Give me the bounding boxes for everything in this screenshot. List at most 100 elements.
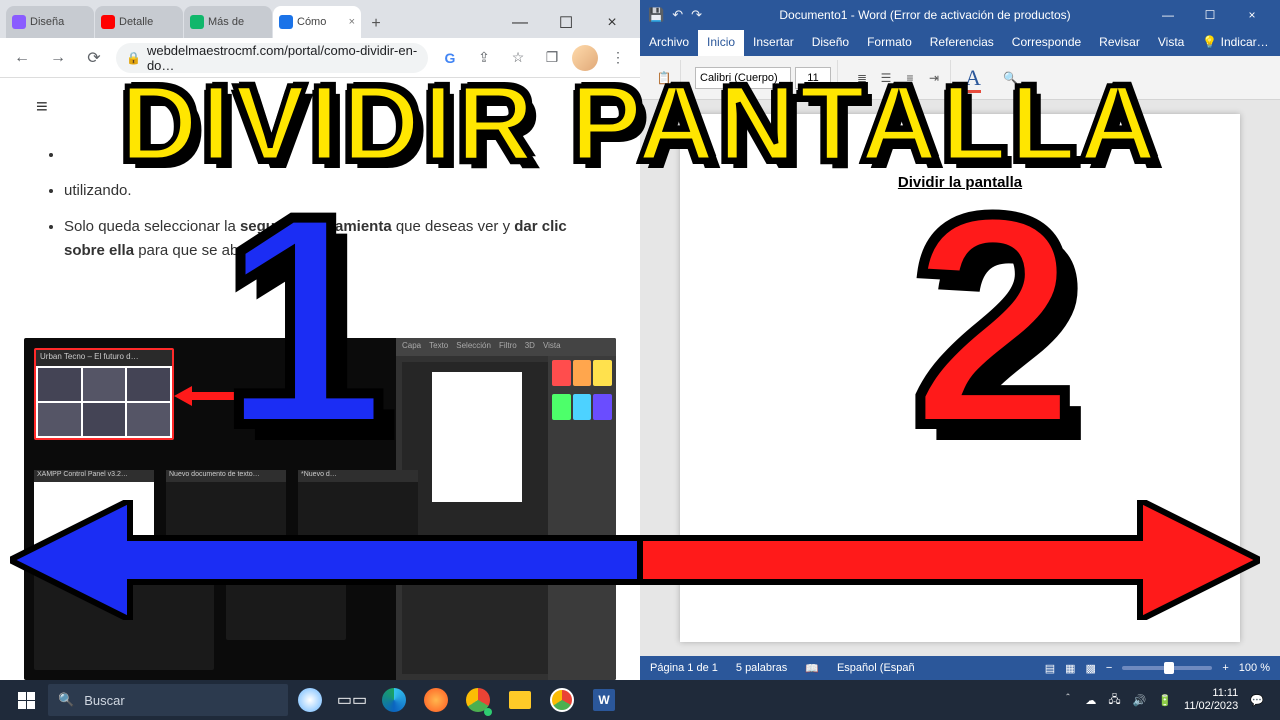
redo-icon[interactable]: ↷ — [691, 7, 702, 23]
bullets-icon[interactable]: ≣ — [852, 68, 872, 88]
google-icon[interactable]: G — [436, 44, 464, 72]
start-button[interactable] — [6, 680, 46, 720]
ps-menubar: CapaTextoSelecciónFiltro3DVista — [396, 338, 616, 356]
paragraph-group: ≣ ☰ ≡ ⇥ — [846, 60, 951, 96]
chrome-viewport[interactable]: ≡ placeholder placeholder placeholder pl… — [0, 78, 640, 680]
font-group — [689, 60, 838, 96]
notifications-icon[interactable]: 💬 — [1250, 694, 1264, 707]
word-statusbar: Página 1 de 1 5 palabras 📖 Español (Espa… — [640, 656, 1280, 680]
minimize-button[interactable]: — — [1148, 8, 1188, 22]
firefox-icon[interactable] — [416, 680, 456, 720]
zoom-slider[interactable] — [1122, 666, 1212, 670]
word-document-area[interactable]: Dividir la pantalla — [640, 100, 1280, 656]
font-name-combo[interactable] — [695, 67, 791, 89]
quick-access-toolbar: 💾 ↶ ↷ — [648, 7, 702, 23]
maximize-button[interactable]: ☐ — [544, 8, 588, 38]
cortana-icon[interactable] — [290, 680, 330, 720]
menu-icon[interactable]: ⋮ — [604, 44, 632, 72]
undo-icon[interactable]: ↶ — [672, 7, 683, 23]
maximize-button[interactable]: ☐ — [1190, 8, 1230, 22]
tray-chevron-icon[interactable]: ＾ — [1062, 692, 1073, 708]
tab-archivo[interactable]: Archivo — [640, 30, 698, 56]
tab-formato[interactable]: Formato — [858, 30, 921, 56]
tray-battery-icon[interactable]: 🔋 — [1158, 694, 1172, 707]
snap-thumb[interactable]: *Nuevo d… — [298, 470, 418, 548]
extensions-icon[interactable]: ❐ — [538, 44, 566, 72]
address-bar[interactable]: 🔒 webdelmaestrocmf.com/portal/como-divid… — [116, 43, 428, 73]
lock-icon: 🔒 — [126, 51, 141, 65]
zoom-label[interactable]: 100 % — [1239, 662, 1270, 674]
star-icon[interactable]: ☆ — [504, 44, 532, 72]
zoom-in-icon[interactable]: + — [1222, 662, 1228, 674]
tray-onedrive-icon[interactable]: ☁ — [1085, 694, 1096, 707]
paste-icon[interactable]: 📋 — [654, 68, 674, 88]
list-item: Solo queda seleccionar la segunda herram… — [64, 215, 604, 263]
align-icon[interactable]: ≡ — [900, 68, 920, 88]
close-icon[interactable]: × — [349, 16, 355, 28]
chrome-tab-2[interactable]: Detalle — [95, 6, 183, 38]
status-language[interactable]: Español (Españ — [837, 662, 915, 674]
save-icon[interactable]: 💾 — [648, 7, 664, 23]
new-tab-button[interactable]: + — [362, 10, 390, 38]
back-button[interactable]: ← — [8, 44, 36, 72]
system-tray: ＾ ☁ 🖧 🔊 🔋 11:11 11/02/2023 💬 — [1052, 687, 1274, 713]
taskbar-search[interactable]: 🔍 Buscar — [48, 684, 288, 716]
tray-volume-icon[interactable]: 🔊 — [1133, 694, 1147, 707]
article-list: placeholder placeholder placeholder plac… — [36, 143, 604, 263]
indent-icon[interactable]: ⇥ — [924, 68, 944, 88]
edge-icon[interactable] — [374, 680, 414, 720]
find-icon[interactable]: 🔍 — [1001, 68, 1021, 88]
view-print-icon[interactable]: ▦ — [1065, 662, 1075, 675]
zoom-out-icon[interactable]: − — [1106, 662, 1112, 674]
snap-thumb[interactable] — [34, 560, 214, 670]
clipboard-group: 📋 — [648, 60, 681, 96]
tab-insertar[interactable]: Insertar — [744, 30, 803, 56]
tab-inicio[interactable]: Inicio — [698, 30, 744, 56]
status-words[interactable]: 5 palabras — [736, 662, 787, 674]
tell-me[interactable]: 💡 Indicar… — [1193, 30, 1277, 56]
status-proofing-icon[interactable]: 📖 — [805, 662, 819, 675]
chrome-tab-1[interactable]: Diseña — [6, 6, 94, 38]
chrome-canary-icon[interactable] — [542, 680, 582, 720]
explorer-icon[interactable] — [500, 680, 540, 720]
word-window: 💾 ↶ ↷ Documento1 - Word (Error de activa… — [640, 0, 1280, 680]
chrome-tab-4-active[interactable]: Cómo × — [273, 6, 361, 38]
close-button[interactable]: × — [590, 8, 634, 38]
tab-referencias[interactable]: Referencias — [921, 30, 1003, 56]
close-button[interactable]: × — [1232, 8, 1272, 22]
numbering-icon[interactable]: ☰ — [876, 68, 896, 88]
task-view-icon[interactable]: ▭▭ — [332, 680, 372, 720]
taskbar-clock[interactable]: 11:11 11/02/2023 — [1184, 687, 1238, 713]
reload-button[interactable]: ⟳ — [80, 44, 108, 72]
word-window-controls: — ☐ × — [1148, 8, 1272, 22]
snap-thumb[interactable] — [226, 560, 346, 640]
tab-revisar[interactable]: Revisar — [1090, 30, 1149, 56]
status-page[interactable]: Página 1 de 1 — [650, 662, 718, 674]
search-icon: 🔍 — [58, 692, 74, 708]
tab-vista[interactable]: Vista — [1149, 30, 1193, 56]
snap-thumb[interactable]: Nuevo documento de texto… — [166, 470, 286, 548]
tab-label: Más de — [208, 16, 244, 28]
share-icon[interactable]: ⇪ — [470, 44, 498, 72]
tab-diseno[interactable]: Diseño — [803, 30, 858, 56]
tab-correspondencia[interactable]: Corresponde — [1003, 30, 1090, 56]
view-read-icon[interactable]: ▤ — [1045, 662, 1055, 675]
article-screenshot: Urban Tecno – El futuro d… CapaTextoSele… — [24, 338, 616, 680]
view-web-icon[interactable]: ▩ — [1086, 662, 1096, 675]
word-ribbon-tabs: Archivo Inicio Insertar Diseño Formato R… — [640, 30, 1280, 56]
font-size-combo[interactable] — [795, 67, 831, 89]
word-icon[interactable]: W — [584, 680, 624, 720]
styles-icon[interactable]: A — [965, 65, 981, 91]
chrome-icon[interactable] — [458, 680, 498, 720]
chrome-toolbar: ← → ⟳ 🔒 webdelmaestrocmf.com/portal/como… — [0, 38, 640, 78]
hamburger-icon[interactable]: ≡ — [36, 96, 604, 119]
word-page[interactable]: Dividir la pantalla — [680, 114, 1240, 642]
profile-avatar[interactable] — [572, 45, 598, 71]
word-titlebar: 💾 ↶ ↷ Documento1 - Word (Error de activa… — [640, 0, 1280, 30]
minimize-button[interactable]: — — [498, 8, 542, 38]
tray-network-icon[interactable]: 🖧 — [1108, 691, 1120, 710]
chrome-tab-3[interactable]: Más de — [184, 6, 272, 38]
snap-thumb-selected[interactable]: Urban Tecno – El futuro d… — [34, 348, 174, 440]
snap-thumb[interactable]: XAMPP Control Panel v3.2… — [34, 470, 154, 548]
forward-button[interactable]: → — [44, 44, 72, 72]
